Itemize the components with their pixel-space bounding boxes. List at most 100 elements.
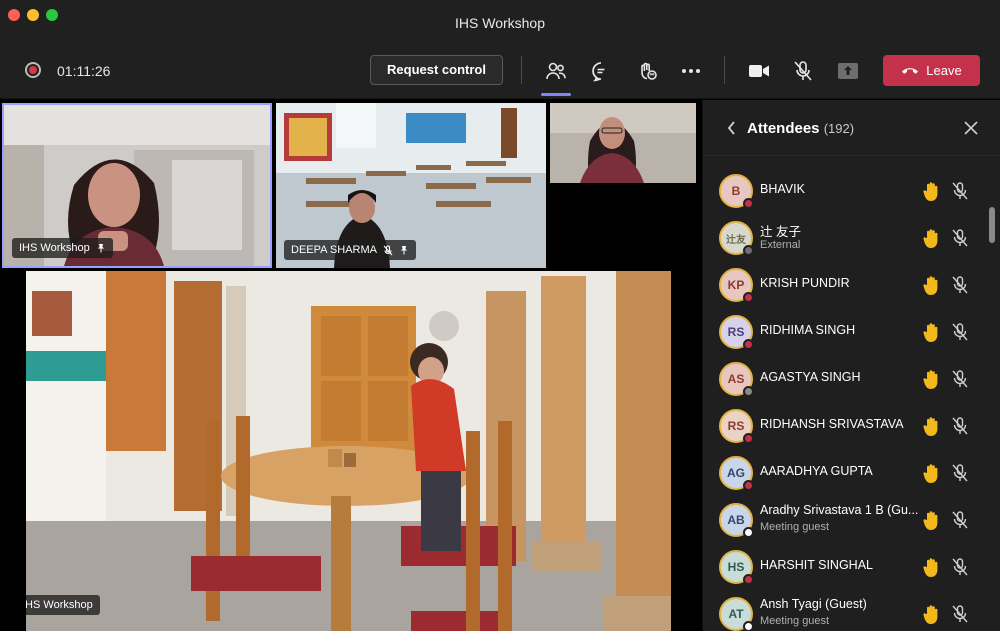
presence-badge-icon (743, 574, 754, 585)
tile-name-label: DEEPA SHARMA (291, 244, 377, 256)
tile-name-tag: IHS Workshop (26, 591, 107, 619)
avatar: 辻友 (719, 221, 754, 256)
raise-hand-icon (923, 558, 938, 577)
mic-off-icon[interactable] (951, 463, 969, 483)
avatar: KP (719, 268, 754, 303)
attendee-name: BHAVIK (760, 182, 805, 196)
video-tile-presenter[interactable]: IHS Workshop (2, 103, 272, 268)
video-tile-main[interactable]: IHS Workshop (26, 271, 671, 631)
raise-hand-icon (923, 276, 938, 295)
avatar-initials: B (731, 184, 741, 198)
panel-header: Attendees (192) (703, 100, 1000, 156)
list-item[interactable]: RS RIDHIMA SINGH (703, 309, 1000, 355)
avatar-initials: AS (727, 372, 745, 386)
list-item[interactable]: RS RIDHANSH SRIVASTAVA (703, 403, 1000, 449)
presence-badge-icon (743, 480, 754, 491)
tile-name-tag: IHS Workshop (12, 238, 113, 258)
raise-hand-icon (923, 370, 938, 389)
list-item[interactable]: AG AARADHYA GUPTA (703, 450, 1000, 496)
attendee-count: (192) (823, 121, 855, 136)
raise-hand-icon (923, 323, 938, 342)
window-titlebar: IHS Workshop (0, 0, 1000, 42)
avatar: HS (719, 550, 754, 585)
tile-name-label: IHS Workshop (26, 595, 100, 615)
attendee-subtitle: Meeting guest (760, 521, 830, 533)
avatar-initials: AB (727, 513, 745, 527)
video-frame (550, 103, 696, 183)
leave-label: Leave (926, 63, 962, 78)
chevron-left-icon[interactable] (725, 119, 739, 137)
mic-off-icon (383, 244, 393, 255)
list-item[interactable]: B BHAVIK (703, 168, 1000, 214)
avatar: AB (719, 503, 754, 538)
toolbar-divider (724, 56, 725, 84)
list-item[interactable]: 辻友 辻 友子 External (703, 215, 1000, 261)
mic-off-icon[interactable] (951, 604, 969, 624)
tile-name-label: IHS Workshop (19, 242, 90, 254)
raise-hand-icon (923, 229, 938, 248)
mic-off-icon[interactable] (951, 181, 969, 201)
list-item[interactable]: KP KRISH PUNDIR (703, 262, 1000, 308)
attendee-name: Ansh Tyagi (Guest) (760, 597, 867, 611)
share-tray-icon[interactable] (835, 58, 861, 84)
avatar: B (719, 174, 754, 209)
participants-icon[interactable] (541, 58, 571, 96)
avatar: AG (719, 456, 754, 491)
list-item[interactable]: HS HARSHIT SINGHAL (703, 544, 1000, 590)
request-control-button[interactable]: Request control (370, 55, 503, 85)
presence-badge-icon (743, 621, 754, 631)
mic-off-icon[interactable] (951, 228, 969, 248)
meeting-toolbar: 01:11:26 Request control Leave (0, 42, 1000, 99)
attendees-panel: Attendees (192) B BHAVIK 辻友 辻 友子 Externa… (702, 100, 1000, 631)
presence-badge-icon (743, 198, 754, 209)
attendee-subtitle: External (760, 239, 801, 251)
attendee-name: AGASTYA SINGH (760, 370, 861, 384)
video-tile-deepa[interactable]: DEEPA SHARMA (276, 103, 546, 268)
more-options-icon[interactable] (678, 58, 704, 84)
phone-icon (902, 68, 919, 74)
avatar: RS (719, 315, 754, 350)
recording-indicator-icon (25, 62, 41, 78)
mic-off-icon[interactable] (951, 510, 969, 530)
avatar: AS (719, 362, 754, 397)
raise-hand-icon (923, 511, 938, 530)
list-item[interactable]: AT Ansh Tyagi (Guest) Meeting guest (703, 591, 1000, 631)
reactions-icon[interactable] (634, 58, 660, 84)
presence-badge-icon (743, 245, 754, 256)
close-icon[interactable] (963, 120, 979, 136)
attendee-subtitle: Meeting guest (760, 615, 830, 627)
avatar-initials: AG (727, 466, 745, 480)
presence-badge-icon (743, 292, 754, 303)
raise-hand-icon (923, 605, 938, 624)
leave-button[interactable]: Leave (883, 55, 980, 86)
chat-icon[interactable] (588, 58, 614, 84)
presence-badge-icon (743, 386, 754, 397)
camera-icon[interactable] (746, 58, 772, 84)
meeting-timer: 01:11:26 (57, 63, 111, 79)
raise-hand-icon (923, 182, 938, 201)
mic-off-icon[interactable] (951, 275, 969, 295)
window-title: IHS Workshop (455, 15, 545, 31)
presence-badge-icon (743, 527, 754, 538)
attendee-name: RIDHIMA SINGH (760, 323, 856, 337)
pin-icon (97, 244, 105, 253)
mic-off-icon[interactable] (951, 557, 969, 577)
toolbar-divider (521, 56, 522, 84)
panel-title: Attendees (192) (747, 120, 854, 137)
mic-off-icon[interactable] (951, 369, 969, 389)
pin-icon (400, 246, 408, 255)
avatar: AT (719, 597, 754, 631)
list-item[interactable]: AB Aradhy Srivastava 1 B (Gu... Meeting … (703, 497, 1000, 543)
avatar-initials: RS (727, 419, 745, 433)
attendee-name: AARADHYA GUPTA (760, 464, 873, 478)
raise-hand-icon (923, 417, 938, 436)
presence-badge-icon (743, 339, 754, 350)
mic-off-icon[interactable] (951, 322, 969, 342)
presence-badge-icon (743, 433, 754, 444)
avatar-initials: 辻友 (726, 234, 746, 246)
panel-title-label: Attendees (747, 120, 820, 137)
mic-off-icon[interactable] (790, 58, 816, 84)
mic-off-icon[interactable] (951, 416, 969, 436)
video-tile-participant[interactable] (550, 103, 696, 183)
list-item[interactable]: AS AGASTYA SINGH (703, 356, 1000, 402)
